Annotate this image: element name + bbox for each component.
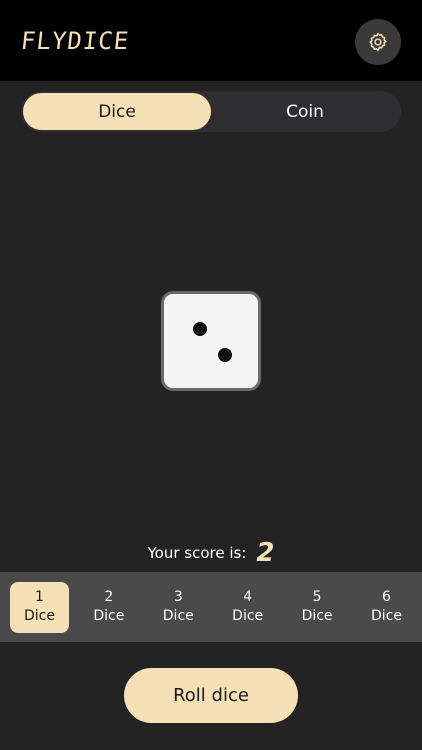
dice-count-5[interactable]: 5 Dice <box>288 582 347 633</box>
dice-count-6[interactable]: 6 Dice <box>357 582 416 633</box>
score-display: Your score is: 2 <box>0 536 422 570</box>
mode-switch: Dice Coin <box>21 91 401 132</box>
dice-count-label: Dice <box>162 608 194 624</box>
die-pip <box>218 348 232 362</box>
dice-count-label: Dice <box>93 608 125 624</box>
dice-count-label: Dice <box>301 608 333 624</box>
dice-count-2[interactable]: 2 Dice <box>79 582 138 633</box>
dice-count-selector: 1 Dice 2 Dice 3 Dice 4 Dice 5 Dice 6 Dic… <box>0 572 422 642</box>
dice-count-3[interactable]: 3 Dice <box>149 582 208 633</box>
dice-count-1[interactable]: 1 Dice <box>10 581 69 633</box>
app-header: FLYDICE <box>0 0 422 81</box>
dice-count-number: 6 <box>381 589 391 605</box>
tab-coin[interactable]: Coin <box>211 93 399 130</box>
tab-dice[interactable]: Dice <box>23 93 211 130</box>
gear-icon <box>369 32 387 52</box>
score-label: Your score is: <box>147 544 247 562</box>
roll-dice-button[interactable]: Roll dice <box>124 668 298 723</box>
die[interactable] <box>161 291 261 391</box>
dice-count-number: 5 <box>312 589 322 605</box>
dice-count-label: Dice <box>24 608 55 624</box>
score-value: 2 <box>256 538 275 568</box>
dice-count-number: 3 <box>173 589 183 605</box>
app-screen: FLYDICE Dice Coin Your score is: 2 1 Dic… <box>0 0 422 750</box>
app-logo: FLYDICE <box>19 27 131 55</box>
dice-count-number: 4 <box>243 589 253 605</box>
dice-count-label: Dice <box>232 608 264 624</box>
dice-count-4[interactable]: 4 Dice <box>218 582 277 633</box>
dice-count-number: 2 <box>104 589 114 605</box>
dice-count-label: Dice <box>370 608 402 624</box>
die-pip <box>193 322 207 336</box>
dice-count-number: 1 <box>35 589 44 605</box>
settings-button[interactable] <box>355 19 401 65</box>
